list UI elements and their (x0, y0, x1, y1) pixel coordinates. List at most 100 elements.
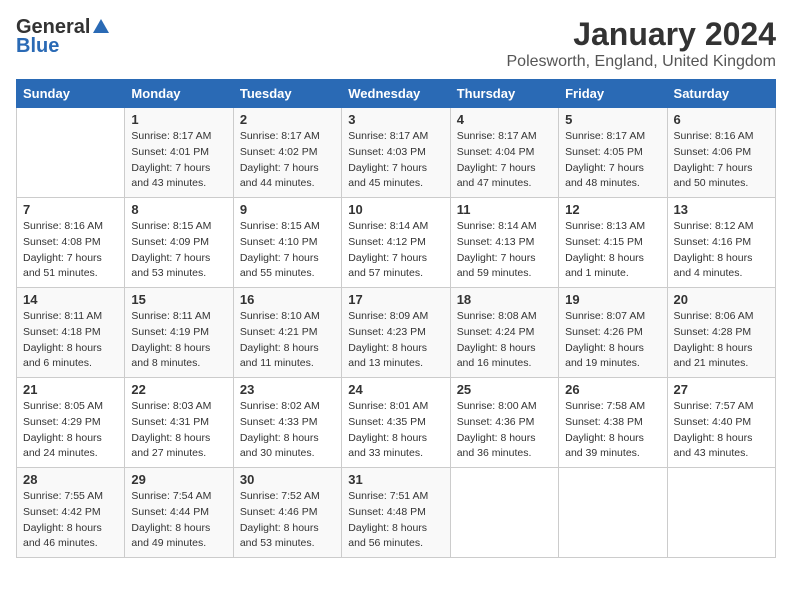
day-info: Sunrise: 8:14 AMSunset: 4:13 PMDaylight:… (457, 219, 552, 282)
calendar-cell: 4Sunrise: 8:17 AMSunset: 4:04 PMDaylight… (450, 108, 558, 198)
day-info: Sunrise: 7:58 AMSunset: 4:38 PMDaylight:… (565, 399, 660, 462)
day-number: 7 (23, 202, 118, 217)
day-number: 19 (565, 292, 660, 307)
day-number: 17 (348, 292, 443, 307)
day-info: Sunrise: 8:14 AMSunset: 4:12 PMDaylight:… (348, 219, 443, 282)
calendar-cell: 14Sunrise: 8:11 AMSunset: 4:18 PMDayligh… (17, 288, 125, 378)
calendar-cell: 3 Sunrise: 8:17 AMSunset: 4:03 PMDaylight… (342, 108, 450, 198)
day-number: 27 (674, 382, 769, 397)
day-number: 1 (131, 112, 226, 127)
calendar-cell: 5 Sunrise: 8:17 AMSunset: 4:05 PMDaylight… (559, 108, 667, 198)
calendar-cell: 21 Sunrise: 8:05 AMSunset: 4:29 PMDayligh… (17, 378, 125, 468)
calendar-cell (17, 108, 125, 198)
day-number: 13 (674, 202, 769, 217)
calendar-cell: 18 Sunrise: 8:08 AMSunset: 4:24 PMDayligh… (450, 288, 558, 378)
calendar-cell: 10 Sunrise: 8:14 AMSunset: 4:12 PMDayligh… (342, 198, 450, 288)
day-info: Sunrise: 8:16 AMSunset: 4:06 PMDaylight:… (674, 129, 769, 192)
day-info: Sunrise: 7:54 AMSunset: 4:44 PMDaylight:… (131, 489, 226, 552)
calendar-cell: 7 Sunrise: 8:16 AMSunset: 4:08 PMDaylight… (17, 198, 125, 288)
day-info: Sunrise: 8:02 AMSunset: 4:33 PMDaylight:… (240, 399, 335, 462)
day-number: 16 (240, 292, 335, 307)
day-info: Sunrise: 8:17 AMSunset: 4:02 PMDaylight:… (240, 129, 335, 192)
page-header: General Blue January 2024 Polesworth, En… (16, 16, 776, 71)
day-info: Sunrise: 8:03 AMSunset: 4:31 PMDaylight:… (131, 399, 226, 462)
location-title: Polesworth, England, United Kingdom (507, 53, 777, 71)
logo-icon (91, 17, 111, 37)
day-number: 30 (240, 472, 335, 487)
calendar-cell: 1Sunrise: 8:17 AMSunset: 4:01 PMDaylight… (125, 108, 233, 198)
calendar-week-2: 7 Sunrise: 8:16 AMSunset: 4:08 PMDaylight… (17, 198, 776, 288)
day-number: 15 (131, 292, 226, 307)
day-info: Sunrise: 8:15 AMSunset: 4:10 PMDaylight:… (240, 219, 335, 282)
day-info: Sunrise: 8:17 AMSunset: 4:05 PMDaylight:… (565, 129, 660, 192)
calendar-week-4: 21 Sunrise: 8:05 AMSunset: 4:29 PMDayligh… (17, 378, 776, 468)
calendar-cell: 24 Sunrise: 8:01 AMSunset: 4:35 PMDayligh… (342, 378, 450, 468)
day-info: Sunrise: 8:09 AMSunset: 4:23 PMDaylight:… (348, 309, 443, 372)
calendar-cell (450, 468, 558, 558)
calendar-week-3: 14Sunrise: 8:11 AMSunset: 4:18 PMDayligh… (17, 288, 776, 378)
day-number: 23 (240, 382, 335, 397)
day-info: Sunrise: 8:16 AMSunset: 4:08 PMDaylight:… (23, 219, 118, 282)
header-wednesday: Wednesday (342, 80, 450, 108)
calendar-cell: 11 Sunrise: 8:14 AMSunset: 4:13 PMDayligh… (450, 198, 558, 288)
calendar-header-row: SundayMondayTuesdayWednesdayThursdayFrid… (17, 80, 776, 108)
day-number: 29 (131, 472, 226, 487)
day-number: 9 (240, 202, 335, 217)
day-number: 12 (565, 202, 660, 217)
calendar-cell: 12Sunrise: 8:13 AMSunset: 4:15 PMDayligh… (559, 198, 667, 288)
day-info: Sunrise: 7:52 AMSunset: 4:46 PMDaylight:… (240, 489, 335, 552)
month-title: January 2024 (507, 16, 777, 53)
day-number: 24 (348, 382, 443, 397)
calendar-cell: 20 Sunrise: 8:06 AMSunset: 4:28 PMDayligh… (667, 288, 775, 378)
day-info: Sunrise: 8:11 AMSunset: 4:19 PMDaylight:… (131, 309, 226, 372)
header-monday: Monday (125, 80, 233, 108)
day-number: 31 (348, 472, 443, 487)
day-number: 8 (131, 202, 226, 217)
calendar-cell: 29 Sunrise: 7:54 AMSunset: 4:44 PMDayligh… (125, 468, 233, 558)
day-info: Sunrise: 8:07 AMSunset: 4:26 PMDaylight:… (565, 309, 660, 372)
day-info: Sunrise: 8:10 AMSunset: 4:21 PMDaylight:… (240, 309, 335, 372)
day-number: 28 (23, 472, 118, 487)
header-thursday: Thursday (450, 80, 558, 108)
calendar-cell: 28 Sunrise: 7:55 AMSunset: 4:42 PMDayligh… (17, 468, 125, 558)
title-area: January 2024 Polesworth, England, United… (507, 16, 777, 71)
day-number: 2 (240, 112, 335, 127)
day-info: Sunrise: 8:05 AMSunset: 4:29 PMDaylight:… (23, 399, 118, 462)
day-number: 21 (23, 382, 118, 397)
calendar-week-5: 28 Sunrise: 7:55 AMSunset: 4:42 PMDayligh… (17, 468, 776, 558)
header-saturday: Saturday (667, 80, 775, 108)
calendar-cell: 16 Sunrise: 8:10 AMSunset: 4:21 PMDayligh… (233, 288, 341, 378)
day-number: 5 (565, 112, 660, 127)
day-number: 25 (457, 382, 552, 397)
day-number: 11 (457, 202, 552, 217)
calendar-cell: 23 Sunrise: 8:02 AMSunset: 4:33 PMDayligh… (233, 378, 341, 468)
calendar-cell: 13 Sunrise: 8:12 AMSunset: 4:16 PMDayligh… (667, 198, 775, 288)
day-info: Sunrise: 8:08 AMSunset: 4:24 PMDaylight:… (457, 309, 552, 372)
day-info: Sunrise: 8:17 AMSunset: 4:03 PMDaylight:… (348, 129, 443, 192)
logo: General Blue (16, 16, 111, 58)
calendar-cell: 30 Sunrise: 7:52 AMSunset: 4:46 PMDayligh… (233, 468, 341, 558)
calendar-cell: 25Sunrise: 8:00 AMSunset: 4:36 PMDayligh… (450, 378, 558, 468)
calendar-cell: 22Sunrise: 8:03 AMSunset: 4:31 PMDayligh… (125, 378, 233, 468)
header-tuesday: Tuesday (233, 80, 341, 108)
day-info: Sunrise: 7:51 AMSunset: 4:48 PMDaylight:… (348, 489, 443, 552)
calendar-cell: 9 Sunrise: 8:15 AMSunset: 4:10 PMDaylight… (233, 198, 341, 288)
day-number: 20 (674, 292, 769, 307)
day-info: Sunrise: 8:12 AMSunset: 4:16 PMDaylight:… (674, 219, 769, 282)
logo-blue-text: Blue (16, 35, 59, 58)
calendar-table: SundayMondayTuesdayWednesdayThursdayFrid… (16, 79, 776, 558)
day-number: 26 (565, 382, 660, 397)
day-info: Sunrise: 8:06 AMSunset: 4:28 PMDaylight:… (674, 309, 769, 372)
calendar-cell: 31 Sunrise: 7:51 AMSunset: 4:48 PMDayligh… (342, 468, 450, 558)
day-number: 3 (348, 112, 443, 127)
calendar-cell: 15 Sunrise: 8:11 AMSunset: 4:19 PMDayligh… (125, 288, 233, 378)
day-info: Sunrise: 8:15 AMSunset: 4:09 PMDaylight:… (131, 219, 226, 282)
day-info: Sunrise: 7:55 AMSunset: 4:42 PMDaylight:… (23, 489, 118, 552)
calendar-cell: 26 Sunrise: 7:58 AMSunset: 4:38 PMDayligh… (559, 378, 667, 468)
day-info: Sunrise: 8:01 AMSunset: 4:35 PMDaylight:… (348, 399, 443, 462)
day-number: 18 (457, 292, 552, 307)
day-number: 10 (348, 202, 443, 217)
day-number: 6 (674, 112, 769, 127)
calendar-cell (559, 468, 667, 558)
calendar-cell: 27Sunrise: 7:57 AMSunset: 4:40 PMDayligh… (667, 378, 775, 468)
